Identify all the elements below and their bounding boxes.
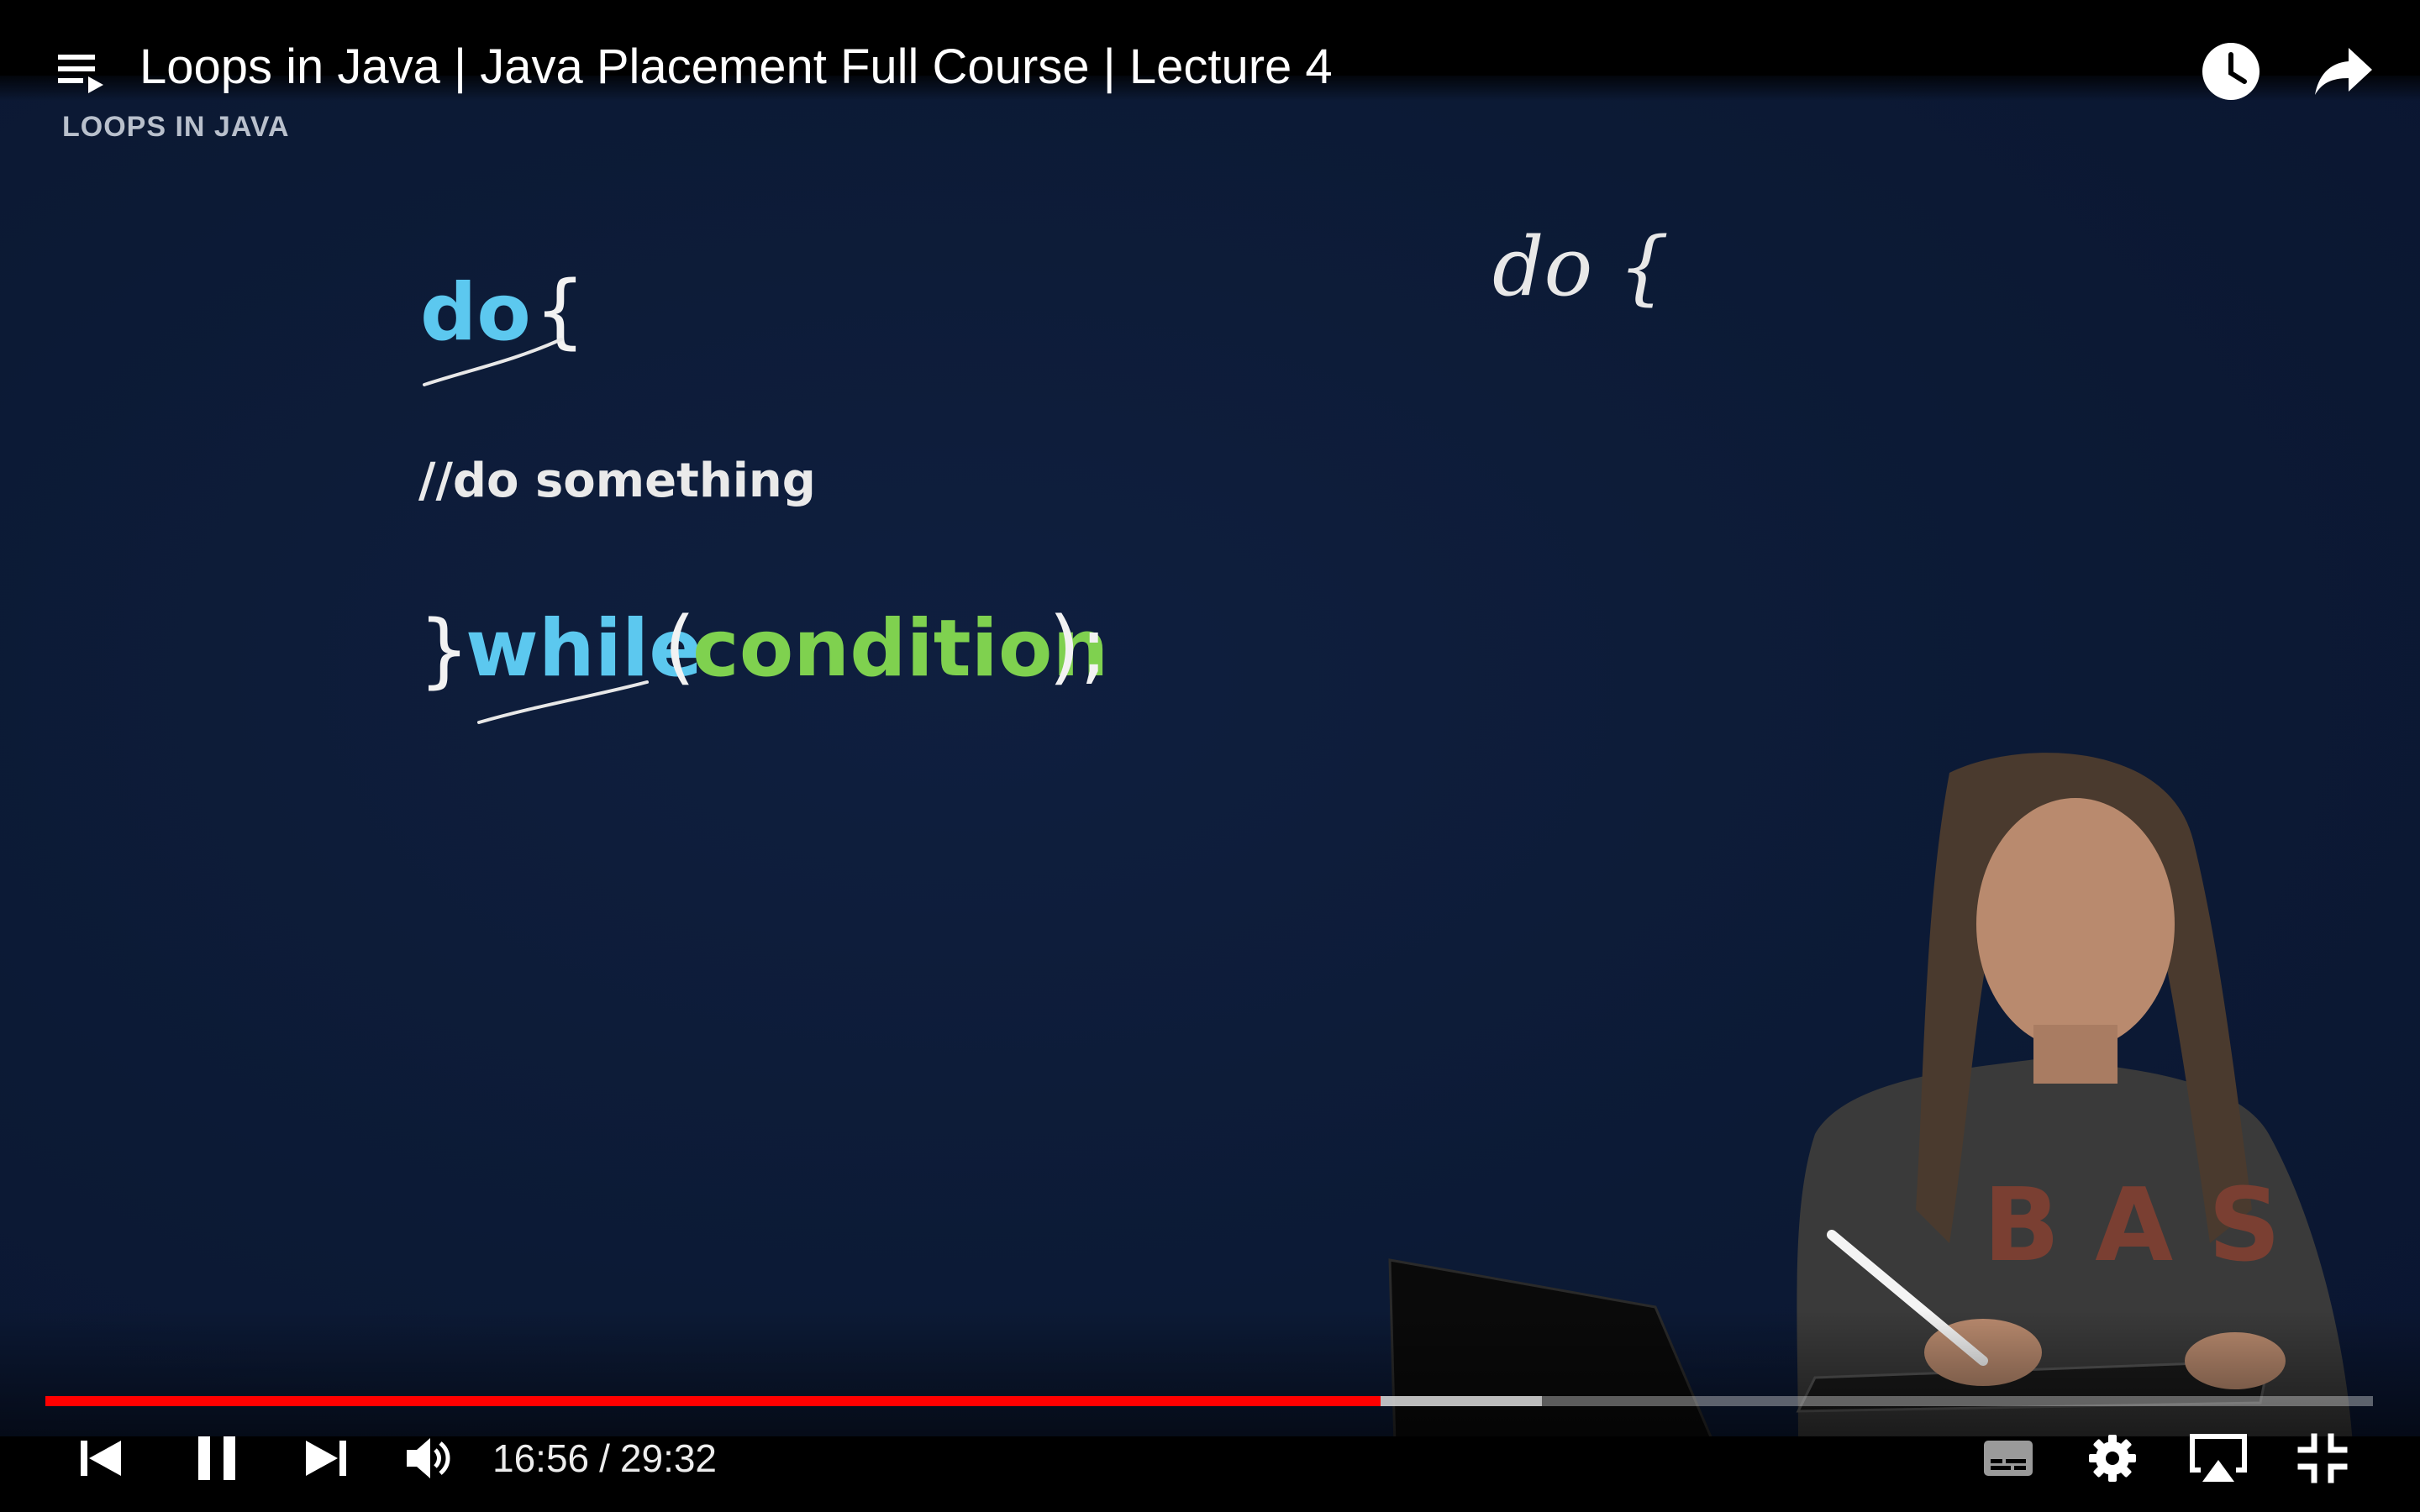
airplay-icon	[2190, 1434, 2247, 1482]
video-frame[interactable]: LOOPS IN JAVA do { //do something } whil…	[0, 0, 2420, 1512]
control-bar	[0, 1436, 2420, 1512]
progress-bar[interactable]	[45, 1396, 2373, 1406]
time-separator: /	[599, 1436, 610, 1480]
duration: 29:32	[619, 1436, 718, 1480]
underline-do	[423, 338, 563, 386]
pause-button[interactable]	[182, 1425, 252, 1492]
captions-button[interactable]	[1975, 1425, 2042, 1492]
svg-text:B A S: B A S	[1983, 1168, 2281, 1284]
clock-icon	[2202, 43, 2260, 100]
skip-next-icon	[306, 1441, 346, 1476]
playlist-icon	[58, 55, 103, 93]
volume-icon	[407, 1438, 450, 1478]
video-title: Loops in Java | Java Placement Full Cour…	[139, 39, 1333, 94]
handwritten-note: do {	[1492, 220, 1670, 314]
watch-later-button[interactable]	[2193, 34, 2269, 109]
exit-fullscreen-button[interactable]	[2287, 1425, 2358, 1492]
bottom-gradient	[0, 1310, 2420, 1436]
share-button[interactable]	[2306, 34, 2381, 109]
volume-button[interactable]	[395, 1425, 462, 1492]
previous-button[interactable]	[67, 1425, 134, 1492]
skip-previous-icon	[81, 1441, 121, 1476]
settings-button[interactable]	[2079, 1425, 2146, 1492]
airplay-button[interactable]	[2183, 1425, 2254, 1492]
exit-fullscreen-icon	[2297, 1433, 2348, 1483]
playlist-button[interactable]	[42, 34, 118, 109]
current-time: 16:56	[492, 1436, 590, 1480]
share-arrow-icon	[2315, 48, 2372, 95]
video-player[interactable]: LOOPS IN JAVA do { //do something } whil…	[0, 0, 2420, 1512]
next-button[interactable]	[292, 1425, 360, 1492]
time-display: 16:56/29:32	[492, 1435, 717, 1482]
captions-icon	[1984, 1441, 2033, 1476]
gear-icon	[2089, 1435, 2136, 1482]
underline-while	[477, 680, 649, 724]
progress-played	[45, 1396, 1381, 1406]
pause-icon	[198, 1436, 235, 1480]
